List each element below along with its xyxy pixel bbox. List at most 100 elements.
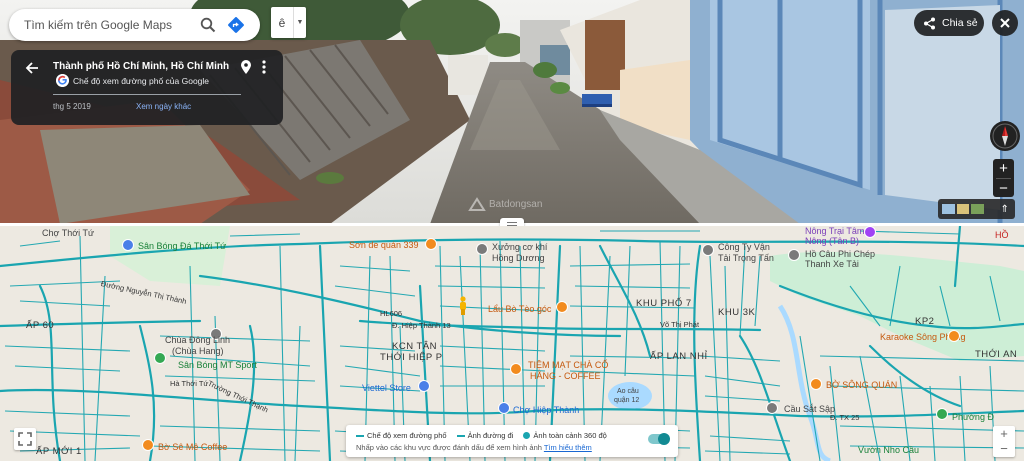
karaoke-icon[interactable] xyxy=(948,330,960,342)
area-label: KHU 3K xyxy=(718,307,756,318)
road-label: HL606 xyxy=(380,309,403,318)
area-label: KCN TÂN xyxy=(392,341,438,352)
road-label: Đ. TX 25 xyxy=(830,413,860,422)
other-dates-link[interactable]: Xem ngày khác xyxy=(136,102,191,111)
thumbnail[interactable] xyxy=(942,204,955,214)
back-arrow-icon[interactable] xyxy=(23,58,43,78)
map-label[interactable]: BỜ SÔNG QUÁN xyxy=(826,380,897,390)
road-label: Võ Thị Phát xyxy=(660,320,700,329)
road-label: Hà Thới Tứ xyxy=(170,379,209,388)
shopping-icon[interactable] xyxy=(498,402,510,414)
cafe-icon[interactable] xyxy=(142,439,154,451)
place-icon[interactable] xyxy=(788,249,800,261)
map-label[interactable]: Tải Trọng Tấn xyxy=(718,253,774,263)
map-label[interactable]: Bờ Sê Mê Coffee xyxy=(158,442,227,452)
compass[interactable] xyxy=(990,121,1020,151)
pegman-icon[interactable] xyxy=(458,296,468,316)
street-view-legend: Chế độ xem đường phố Ảnh đường đi Ảnh to… xyxy=(346,425,678,457)
watermark-text: Batdongsan xyxy=(489,198,543,210)
photo-thumbnails[interactable]: ⇑ xyxy=(938,199,1015,219)
close-icon xyxy=(1000,18,1010,28)
map-label[interactable]: TIỆM MẠT CHÀ CỐ xyxy=(528,360,608,370)
map-label[interactable]: Nông Trại Tâm xyxy=(805,226,864,236)
map-label[interactable]: Lẩu Bò Tèo góc xyxy=(488,304,551,314)
app-mode-dropdown[interactable]: ê ▼ xyxy=(271,7,306,38)
divider xyxy=(53,94,241,95)
map-label[interactable]: Hồ Câu Phi Chép xyxy=(805,249,875,259)
area-label: THỚI HIỆP P xyxy=(380,352,443,363)
map-label[interactable]: Phường Đ xyxy=(952,412,994,422)
map-label[interactable]: Nông (Tân B) xyxy=(805,236,859,246)
watermark: Batdongsan xyxy=(468,196,542,212)
restaurant-icon[interactable] xyxy=(425,238,437,250)
mode-glyph: ê xyxy=(278,15,286,30)
map-label[interactable]: Sơn de quán 339 xyxy=(349,240,418,250)
map-zoom-in-button[interactable]: + xyxy=(993,426,1015,441)
sports-icon[interactable] xyxy=(154,352,166,364)
restaurant-icon[interactable] xyxy=(810,378,822,390)
legend-360-photo: Ảnh toàn cảnh 360 độ xyxy=(523,431,607,440)
map-label[interactable]: Xưởng cơ khí xyxy=(492,242,547,252)
thumbnail[interactable] xyxy=(971,204,984,214)
map-label[interactable]: Hồng Dương xyxy=(492,253,544,263)
map-label[interactable]: Thanh Xe Tải xyxy=(805,259,859,269)
street-view-panorama[interactable]: Batdongsan ê ▼ Thành phố Hồ Chí Minh, Hồ… xyxy=(0,0,1024,224)
restaurant-icon[interactable] xyxy=(556,301,568,313)
cafe-icon[interactable] xyxy=(510,363,522,375)
map-label[interactable]: Sân Bóng Đá Thới Tứ xyxy=(138,241,226,251)
compass-icon xyxy=(992,123,1018,149)
zoom-out-button[interactable]: − xyxy=(993,179,1014,198)
share-button[interactable]: Chia sẻ xyxy=(914,10,984,36)
location-subtitle: Chế độ xem đường phố của Google xyxy=(73,76,210,86)
map-panel[interactable]: Chợ Thới Tứ Sân Bóng Đá Thới Tứ Sơn de q… xyxy=(0,226,1024,461)
government-icon[interactable] xyxy=(936,408,948,420)
search-button[interactable] xyxy=(194,11,222,39)
place-icon[interactable] xyxy=(702,244,714,256)
map-label[interactable]: Viettel Store xyxy=(362,383,411,393)
map-label[interactable]: HẰNG - COFFEE xyxy=(530,371,601,381)
learn-more-link[interactable]: Tìm hiểu thêm xyxy=(544,443,592,452)
more-options-icon[interactable] xyxy=(257,58,271,76)
thumbnail[interactable] xyxy=(956,204,969,214)
street-view-layer-toggle[interactable] xyxy=(648,433,670,445)
directions-icon xyxy=(228,17,244,33)
directions-button[interactable] xyxy=(222,11,250,39)
bridge-icon[interactable] xyxy=(766,402,778,414)
area-label: ẤP LAN NHỈ xyxy=(650,351,708,362)
map-label[interactable]: Chợ Hiệp Thành xyxy=(513,405,579,415)
street-view-zoom-control: + − xyxy=(993,159,1014,197)
farm-icon[interactable] xyxy=(864,226,876,238)
area-label: THỚI AN xyxy=(975,349,1018,360)
map-label[interactable]: Chùa Đông Linh xyxy=(165,335,230,345)
area-label: ẤP MỚI 1 xyxy=(36,446,82,457)
area-label: KP2 xyxy=(915,316,935,327)
map-zoom-control: + − xyxy=(993,426,1015,457)
maps-app: Batdongsan ê ▼ Thành phố Hồ Chí Minh, Hồ… xyxy=(0,0,1024,461)
legend-street-path: Ảnh đường đi xyxy=(456,431,513,440)
map-zoom-out-button[interactable]: − xyxy=(993,441,1015,456)
legend-street-view: Chế độ xem đường phố xyxy=(356,431,447,440)
search-input[interactable] xyxy=(24,18,192,32)
shopping-icon[interactable] xyxy=(418,380,430,392)
shopping-icon[interactable] xyxy=(122,239,134,251)
map-label[interactable]: HỒ xyxy=(995,230,1009,240)
location-pin-icon[interactable] xyxy=(239,59,253,75)
close-button[interactable] xyxy=(992,10,1018,36)
map-label[interactable]: Sân Bóng MT Sport xyxy=(178,360,257,370)
share-label: Chia sẻ xyxy=(942,17,978,29)
map-label[interactable]: Chợ Thới Tứ xyxy=(42,228,94,238)
map-label[interactable]: Cầu Sắt Sập xyxy=(784,404,835,414)
zoom-in-button[interactable]: + xyxy=(993,159,1014,178)
map-label[interactable]: Công Ty Vận xyxy=(718,242,770,252)
place-icon[interactable] xyxy=(476,243,488,255)
map-label[interactable]: quận 12 xyxy=(614,396,639,406)
fullscreen-icon xyxy=(18,432,32,446)
google-logo-icon xyxy=(56,74,69,87)
expand-icon[interactable]: ⇑ xyxy=(1001,204,1014,215)
map-label[interactable]: (Chùa Hang) xyxy=(172,346,224,356)
chevron-down-icon: ▼ xyxy=(293,7,306,38)
map-label[interactable]: Vườn Nho Cầu xyxy=(858,445,919,455)
area-label: ẤP 60 xyxy=(26,320,55,331)
location-title: Thành phố Hồ Chí Minh, Hồ Chí Minh xyxy=(53,61,230,72)
fullscreen-button[interactable] xyxy=(14,428,36,450)
